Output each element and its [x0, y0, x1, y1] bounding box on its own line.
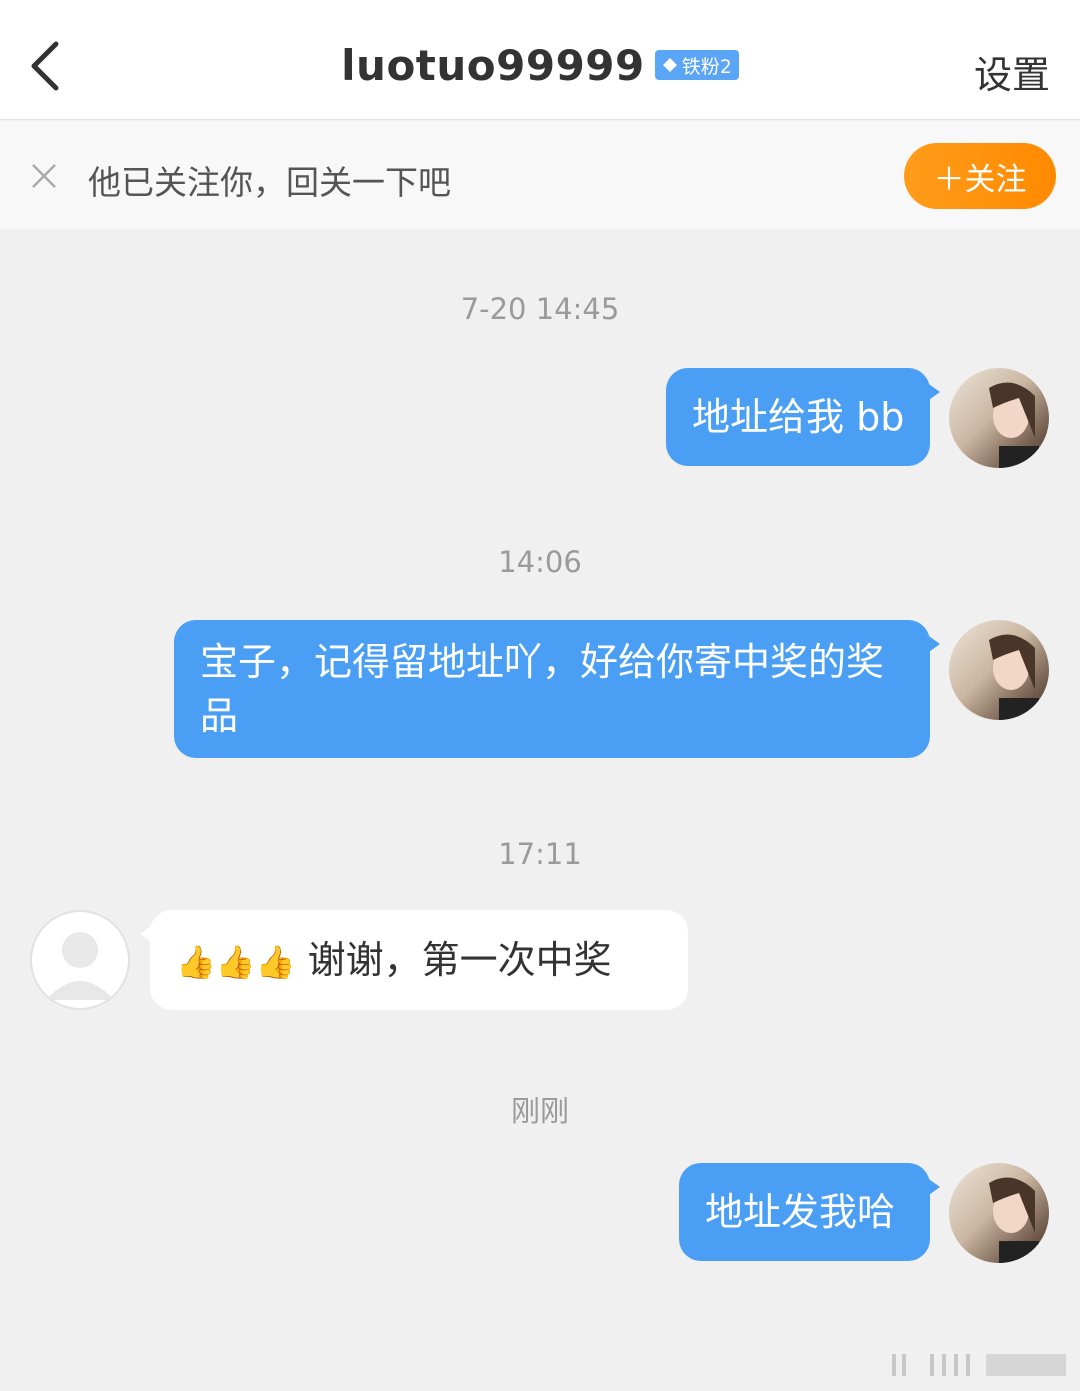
- message-bubble-out[interactable]: 地址给我 bb: [666, 368, 940, 466]
- follow-back-text: 他已关注你，回关一下吧: [88, 163, 451, 202]
- message-time: 17:11: [498, 837, 582, 871]
- title-wrap: luotuo99999 铁粉2: [0, 40, 1080, 90]
- close-icon[interactable]: [30, 162, 58, 190]
- thumbs-up-emoji: 👍👍👍: [176, 943, 296, 981]
- message-time: 7-20 14:45: [460, 292, 620, 326]
- message-time: 刚刚: [510, 1094, 569, 1128]
- avatar[interactable]: [949, 368, 1049, 468]
- message-bubble-out[interactable]: 宝子，记得留地址吖，好给你寄中奖的奖品: [174, 620, 940, 758]
- page-title: luotuo99999: [341, 40, 645, 90]
- avatar[interactable]: [949, 1163, 1049, 1263]
- avatar-photo: [989, 382, 1039, 468]
- fan-badge-label: 铁粉2: [681, 55, 732, 78]
- user-silhouette-icon: [46, 932, 114, 1000]
- settings-button[interactable]: 设置: [974, 44, 1050, 99]
- watermark-bars: [892, 1354, 1066, 1376]
- avatar[interactable]: [949, 620, 1049, 720]
- message-time: 14:06: [498, 545, 582, 579]
- diamond-icon: [662, 58, 677, 72]
- nav-header: luotuo99999 铁粉2 设置: [0, 0, 1080, 120]
- message-bubble-in[interactable]: 👍👍👍 谢谢，第一次中奖: [140, 910, 688, 1010]
- fan-badge: 铁粉2: [654, 50, 739, 80]
- message-bubble-out[interactable]: 地址发我哈: [679, 1163, 940, 1261]
- message-text: 谢谢，第一次中奖: [307, 938, 612, 982]
- avatar-photo: [989, 1177, 1039, 1263]
- follow-button[interactable]: ＋关注: [904, 143, 1056, 209]
- avatar-photo: [989, 634, 1039, 720]
- avatar-default[interactable]: [30, 910, 130, 1010]
